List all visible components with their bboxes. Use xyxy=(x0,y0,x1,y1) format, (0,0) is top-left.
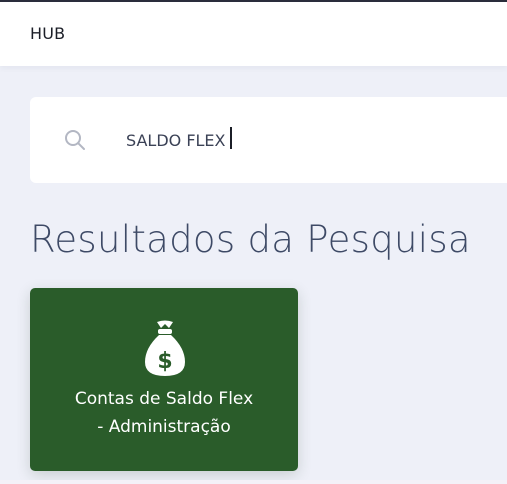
result-card-label: Contas de Saldo Flex - Administração xyxy=(30,385,298,441)
search-input[interactable] xyxy=(126,127,486,153)
result-card-title-line2: - Administração xyxy=(97,417,231,437)
page-bottom-strip xyxy=(0,480,507,484)
result-card-contas-saldo-flex[interactable]: $ Contas de Saldo Flex - Administração xyxy=(30,288,298,471)
top-header: HUB xyxy=(0,2,507,66)
money-bag-icon: $ xyxy=(142,318,188,378)
search-icon[interactable] xyxy=(64,129,86,151)
result-card-title-line1: Contas de Saldo Flex xyxy=(74,389,254,409)
brand-logo-text[interactable]: HUB xyxy=(30,24,65,43)
svg-text:$: $ xyxy=(157,349,172,374)
search-panel xyxy=(30,97,507,183)
results-heading: Resultados da Pesquisa xyxy=(30,218,471,261)
text-cursor xyxy=(230,127,232,149)
